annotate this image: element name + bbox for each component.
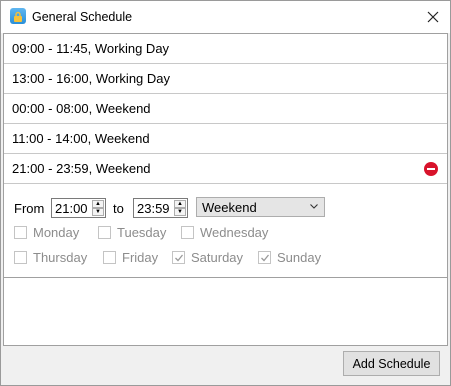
day-checkbox-tuesday[interactable]: Tuesday xyxy=(98,225,166,240)
to-time-spinner[interactable]: 23:59 ▲ ▼ xyxy=(133,198,188,218)
checkbox-box xyxy=(98,226,111,239)
schedule-row-label: 00:00 - 08:00, Weekend xyxy=(12,101,151,116)
increment-icon[interactable]: ▲ xyxy=(174,200,186,208)
checkbox-box xyxy=(103,251,116,264)
spinner-arrows: ▲ ▼ xyxy=(174,200,186,216)
window-title: General Schedule xyxy=(32,10,133,24)
day-label: Saturday xyxy=(191,250,244,265)
day-label: Tuesday xyxy=(117,225,167,240)
to-time-value: 23:59 xyxy=(137,200,170,216)
checkmark-icon xyxy=(174,254,183,261)
day-label: Friday xyxy=(122,250,159,265)
day-label: Wednesday xyxy=(200,225,269,240)
checkbox-box xyxy=(14,251,27,264)
checkbox-box xyxy=(172,251,185,264)
decrement-icon[interactable]: ▼ xyxy=(92,208,104,216)
schedule-type-value: Weekend xyxy=(202,199,257,215)
lock-app-icon xyxy=(10,8,26,24)
to-label: to xyxy=(113,201,124,216)
schedule-row-label: 11:00 - 14:00, Weekend xyxy=(12,131,150,146)
day-checkbox-thursday[interactable]: Thursday xyxy=(14,250,87,265)
title-bar: General Schedule xyxy=(1,1,450,33)
schedule-row-selected[interactable]: 21:00 - 23:59, Weekend xyxy=(4,154,447,184)
close-icon xyxy=(427,11,439,22)
schedule-row-label: 09:00 - 11:45, Working Day xyxy=(12,41,170,56)
day-label: Thursday xyxy=(33,250,88,265)
checkbox-box xyxy=(258,251,271,264)
day-label: Sunday xyxy=(277,250,322,265)
close-button[interactable] xyxy=(416,1,450,32)
schedule-row[interactable]: 09:00 - 11:45, Working Day xyxy=(4,34,447,64)
schedule-list-panel: 09:00 - 11:45, Working Day 13:00 - 16:00… xyxy=(3,33,448,346)
day-label: Monday xyxy=(33,225,80,240)
spinner-arrows: ▲ ▼ xyxy=(92,200,104,216)
day-checkbox-wednesday[interactable]: Wednesday xyxy=(181,225,268,240)
schedule-window: General Schedule 09:00 - 11:45, Working … xyxy=(0,0,451,386)
add-schedule-button[interactable]: Add Schedule xyxy=(343,351,440,376)
schedule-row-label: 13:00 - 16:00, Working Day xyxy=(12,71,171,86)
day-checkbox-friday[interactable]: Friday xyxy=(103,250,158,265)
schedule-row[interactable]: 13:00 - 16:00, Working Day xyxy=(4,64,447,94)
increment-icon[interactable]: ▲ xyxy=(92,200,104,208)
schedule-type-select[interactable]: Weekend xyxy=(196,197,325,217)
from-time-spinner[interactable]: 21:00 ▲ ▼ xyxy=(51,198,106,218)
checkmark-icon xyxy=(260,254,269,261)
decrement-icon[interactable]: ▼ xyxy=(174,208,186,216)
day-checkbox-sunday[interactable]: Sunday xyxy=(258,250,321,265)
from-time-value: 21:00 xyxy=(55,200,88,216)
checkbox-box xyxy=(181,226,194,239)
schedule-row-label: 21:00 - 23:59, Weekend xyxy=(12,161,151,176)
schedule-row[interactable]: 00:00 - 08:00, Weekend xyxy=(4,94,447,124)
remove-schedule-icon[interactable] xyxy=(424,162,438,176)
schedule-editor: From 21:00 ▲ ▼ to 23:59 ▲ ▼ Weekend Mond… xyxy=(4,184,447,278)
checkbox-box xyxy=(14,226,27,239)
schedule-row[interactable]: 11:00 - 14:00, Weekend xyxy=(4,124,447,154)
day-checkbox-saturday[interactable]: Saturday xyxy=(172,250,243,265)
from-label: From xyxy=(14,201,45,216)
chevron-down-icon xyxy=(310,204,318,209)
day-checkbox-monday[interactable]: Monday xyxy=(14,225,79,240)
